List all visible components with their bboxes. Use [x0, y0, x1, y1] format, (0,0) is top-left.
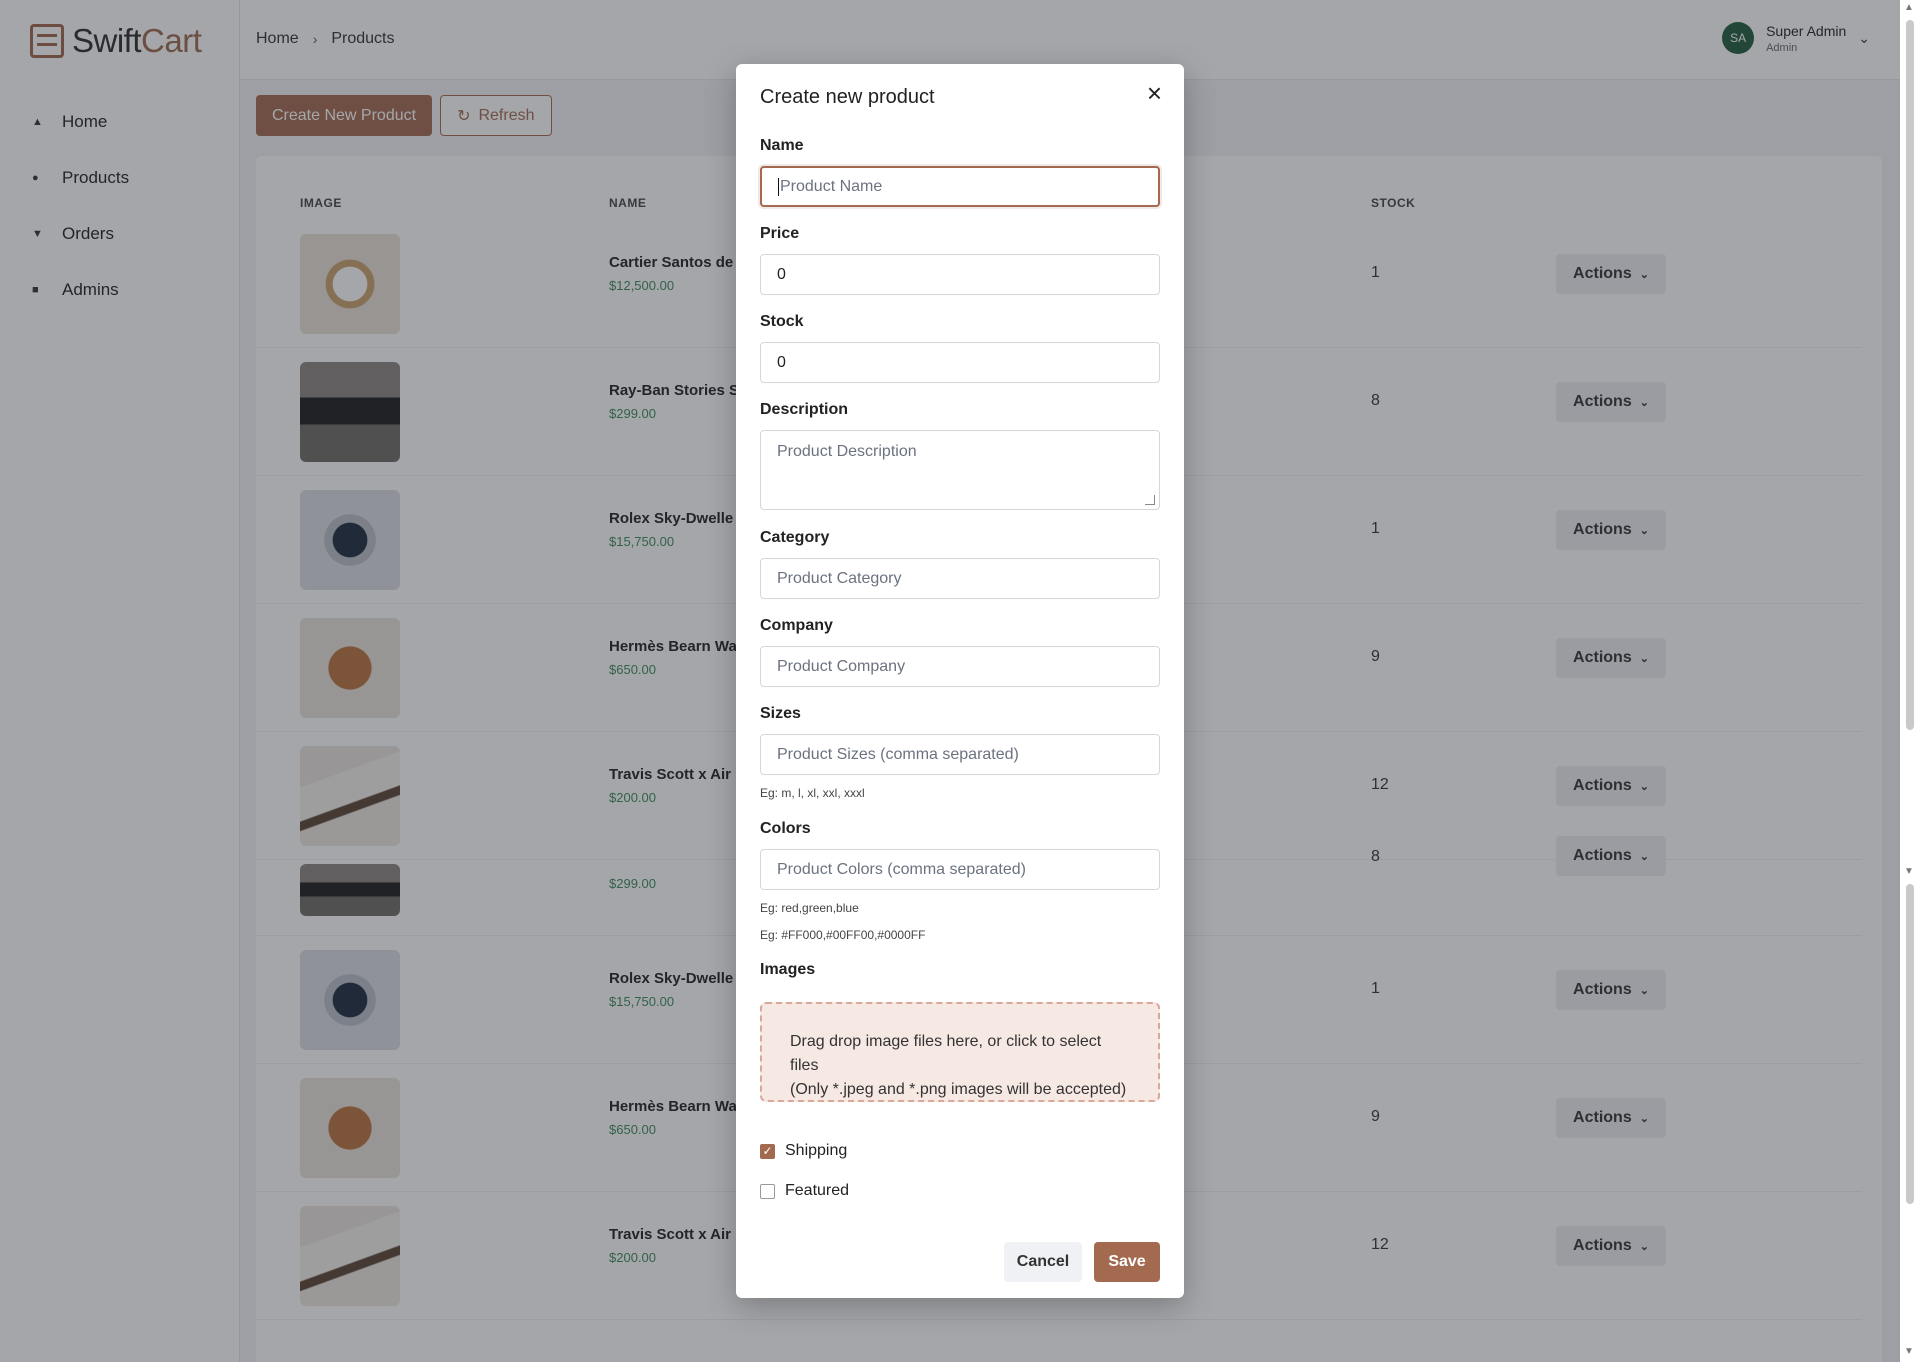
sizes-input[interactable]: Product Sizes (comma separated) [760, 734, 1160, 775]
page-scrollbar[interactable]: ▲ ▼ ▼ [1900, 0, 1920, 1362]
cancel-button[interactable]: Cancel [1004, 1242, 1082, 1282]
scroll-up-icon[interactable]: ▲ [1904, 2, 1914, 13]
colors-hint-hex: Eg: #FF000,#00FF00,#0000FF [760, 928, 926, 942]
description-placeholder: Product Description [777, 443, 917, 460]
close-icon[interactable]: × [1147, 78, 1162, 109]
price-label: Price [760, 225, 800, 242]
stock-input[interactable]: 0 [760, 342, 1160, 383]
modal-title: Create new product [760, 86, 935, 108]
scrollbar-thumb[interactable] [1906, 20, 1914, 730]
company-label: Company [760, 617, 833, 634]
description-label: Description [760, 401, 849, 418]
category-label: Category [760, 529, 830, 546]
featured-option[interactable]: Featured [760, 1182, 849, 1200]
stock-label: Stock [760, 313, 804, 330]
name-input[interactable]: Product Name [760, 166, 1160, 207]
featured-checkbox[interactable] [760, 1183, 775, 1199]
colors-label: Colors [760, 820, 811, 837]
name-placeholder: Product Name [780, 177, 883, 195]
shipping-checkbox[interactable]: ✓ [760, 1143, 775, 1159]
company-input[interactable]: Product Company [760, 646, 1160, 687]
images-label: Images [760, 961, 816, 978]
scroll-down-icon[interactable]: ▼ [1904, 1346, 1914, 1357]
resize-handle-icon[interactable] [1145, 495, 1155, 505]
featured-label: Featured [785, 1182, 850, 1199]
shipping-label: Shipping [785, 1142, 848, 1159]
name-label: Name [760, 137, 804, 154]
dropzone-text: Drag drop image files here, or click to … [790, 1033, 1102, 1074]
sizes-label: Sizes [760, 705, 801, 722]
scrollbar-thumb-secondary[interactable] [1906, 884, 1914, 1204]
dropzone-subtext: (Only *.jpeg and *.png images will be ac… [790, 1081, 1127, 1098]
category-input[interactable]: Product Category [760, 558, 1160, 599]
create-product-modal: Create new product × Name Product Name P… [736, 64, 1184, 1298]
shipping-option[interactable]: ✓ Shipping [760, 1142, 847, 1160]
image-dropzone[interactable]: Drag drop image files here, or click to … [760, 1002, 1160, 1102]
colors-hint-names: Eg: red,green,blue [760, 901, 859, 915]
save-button[interactable]: Save [1094, 1242, 1160, 1282]
colors-input[interactable]: Product Colors (comma separated) [760, 849, 1160, 890]
price-input[interactable]: 0 [760, 254, 1160, 295]
description-textarea[interactable]: Product Description [760, 430, 1160, 510]
scroll-down-icon[interactable]: ▼ [1904, 866, 1914, 877]
text-caret [778, 177, 779, 196]
sizes-hint: Eg: m, l, xl, xxl, xxxl [760, 786, 865, 800]
